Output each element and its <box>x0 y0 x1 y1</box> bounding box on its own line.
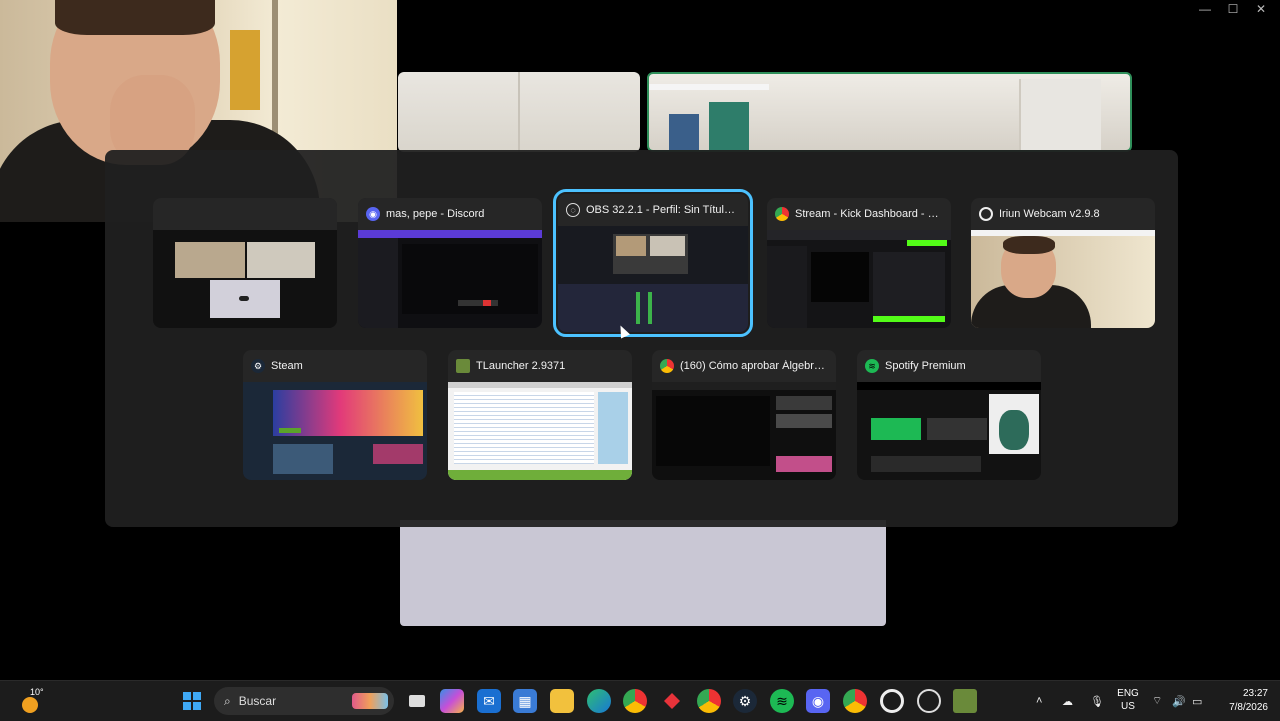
window-title: Stream - Kick Dashboard - Go... <box>795 208 943 220</box>
red-app-icon[interactable] <box>660 689 684 713</box>
window-title: Spotify Premium <box>885 360 966 372</box>
window-titlebar: TLauncher 2.9371 <box>448 350 632 382</box>
language-region: US <box>1121 701 1135 712</box>
close-icon[interactable]: ✕ <box>1256 2 1266 16</box>
steam-icon: ⚙ <box>251 359 265 373</box>
window-title: OBS 32.2.1 - Perfil: Sin Título -... <box>586 204 740 216</box>
store-icon[interactable]: ▦ <box>513 689 537 713</box>
window-titlebar: Iriun Webcam v2.9.8 <box>971 198 1155 230</box>
chrome-alt-icon[interactable] <box>843 689 867 713</box>
iriun-icon[interactable] <box>880 689 904 713</box>
outlook-icon[interactable]: ✉ <box>477 689 501 713</box>
window-card-kick[interactable]: Stream - Kick Dashboard - Go... <box>767 198 951 328</box>
search-box[interactable]: ⌕ Buscar <box>214 687 394 715</box>
window-thumbnail <box>767 230 951 328</box>
window-card-tlauncher[interactable]: TLauncher 2.9371 <box>448 350 632 480</box>
tlauncher-icon <box>456 359 470 373</box>
shelf <box>649 84 769 90</box>
windows-start-icon[interactable] <box>180 689 204 713</box>
window-title: Steam <box>271 360 303 372</box>
search-icon: ⌕ <box>224 693 231 708</box>
spotify-icon[interactable]: ≋ <box>770 689 794 713</box>
window-titlebar: ◌ OBS 32.2.1 - Perfil: Sin Título -... <box>558 194 748 226</box>
weather-temperature: 10° <box>30 687 44 697</box>
window-thumbnail <box>358 230 542 328</box>
search-placeholder: Buscar <box>238 694 277 708</box>
spotify-icon: ≋ <box>865 359 879 373</box>
battery-icon[interactable]: ▭ <box>1192 681 1202 721</box>
window-thumbnail <box>153 230 337 328</box>
window-title: Iriun Webcam v2.9.8 <box>999 208 1100 220</box>
window-titlebar: (160) Cómo aprobar Álgebra U... <box>652 350 836 382</box>
language-indicator[interactable]: ENG US <box>1116 687 1140 713</box>
window-card-youtube[interactable]: (160) Cómo aprobar Álgebra U... <box>652 350 836 480</box>
window-titlebar: ◉ mas, pepe - Discord <box>358 198 542 230</box>
maximize-icon[interactable]: ☐ <box>1228 2 1239 16</box>
window-thumbnail <box>558 226 748 332</box>
wifi-icon[interactable]: ⌔ <box>1152 681 1162 721</box>
participant-tile-active <box>647 72 1132 152</box>
window-thumbnail <box>243 382 427 480</box>
chrome-profile-icon[interactable] <box>697 689 721 713</box>
box <box>709 102 749 150</box>
tlauncher-icon[interactable] <box>953 689 977 713</box>
copilot-icon[interactable] <box>440 689 464 713</box>
weather-icon <box>22 697 38 713</box>
window-card-discord[interactable]: ◉ mas, pepe - Discord <box>358 198 542 328</box>
poster <box>230 30 260 110</box>
window-titlebar: ≋ Spotify Premium <box>857 350 1041 382</box>
show-hidden-icons[interactable]: ˄ <box>1036 681 1042 721</box>
window-title: (160) Cómo aprobar Álgebra U... <box>680 360 828 372</box>
file-explorer-icon[interactable] <box>550 689 574 713</box>
cloud-icon[interactable]: ☁ <box>1062 681 1073 721</box>
window-card-iriun[interactable]: Iriun Webcam v2.9.8 <box>971 198 1155 328</box>
steam-icon[interactable]: ⚙ <box>733 689 757 713</box>
window-card-obs[interactable]: ◌ OBS 32.2.1 - Perfil: Sin Título -... <box>553 189 753 337</box>
window-thumbnail <box>652 382 836 480</box>
iriun-icon <box>979 207 993 221</box>
door <box>1019 79 1101 150</box>
box <box>669 114 699 150</box>
window-card-call[interactable] <box>153 198 337 328</box>
window-titlebar: ⚙ Steam <box>243 350 427 382</box>
edge-icon[interactable] <box>587 689 611 713</box>
clock-date: 7/8/2026 <box>1229 702 1268 713</box>
minimize-icon[interactable]: — <box>1199 2 1211 16</box>
discord-icon: ◉ <box>366 207 380 221</box>
person-hair <box>55 0 215 35</box>
obs-icon: ◌ <box>566 203 580 217</box>
screen-share-panel <box>400 520 886 626</box>
chrome-icon[interactable] <box>623 689 647 713</box>
chrome-icon <box>660 359 674 373</box>
discord-icon[interactable]: ◉ <box>806 689 830 713</box>
window-thumbnail <box>971 230 1155 328</box>
weather-widget[interactable]: 10° <box>20 687 50 715</box>
clock-time: 23:27 <box>1242 688 1268 699</box>
task-view-icon[interactable] <box>405 689 429 713</box>
alt-tab-switcher: ◉ mas, pepe - Discord ◌ OBS 32.2.1 - Per… <box>105 150 1178 527</box>
window-controls: — ☐ ✕ <box>1199 2 1266 16</box>
window-titlebar: Stream - Kick Dashboard - Go... <box>767 198 951 230</box>
wall-corner <box>518 72 520 152</box>
window-thumbnail <box>448 382 632 480</box>
window-thumbnail <box>857 382 1041 480</box>
window-card-steam[interactable]: ⚙ Steam <box>243 350 427 480</box>
window-card-spotify[interactable]: ≋ Spotify Premium <box>857 350 1041 480</box>
microphone-icon[interactable]: 🎙 <box>1090 681 1104 721</box>
window-titlebar <box>153 198 337 230</box>
volume-icon[interactable]: 🔊 <box>1172 681 1186 721</box>
window-title: mas, pepe - Discord <box>386 208 485 220</box>
language-code: ENG <box>1117 688 1139 699</box>
window-title: TLauncher 2.9371 <box>476 360 566 372</box>
obs-icon[interactable] <box>917 689 941 713</box>
search-highlight-icon <box>352 693 388 709</box>
clock[interactable]: 23:27 7/8/2026 <box>1222 687 1268 715</box>
participant-tile <box>398 72 640 152</box>
taskbar: 10° ⌕ Buscar ✉ ▦ ⚙ ≋ ◉ ˄ ☁ 🎙 ENG US ⌔ 🔊 … <box>0 680 1280 721</box>
chrome-icon <box>775 207 789 221</box>
